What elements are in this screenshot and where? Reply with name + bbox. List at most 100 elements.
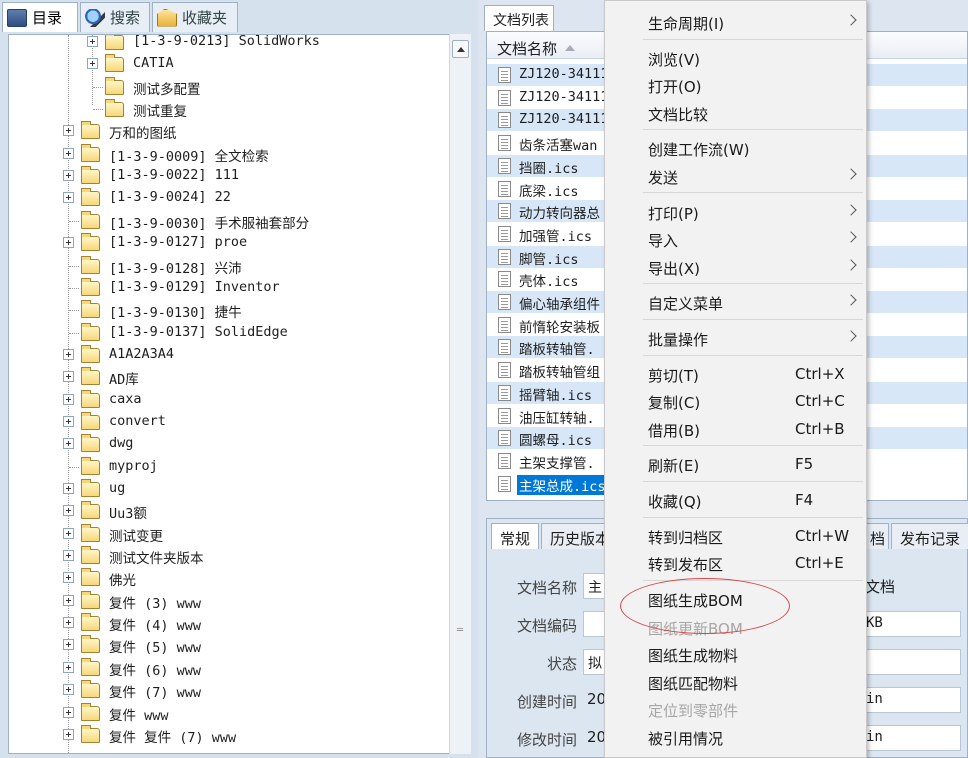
tree-node-label: 复件 (4) www xyxy=(109,618,202,635)
tree-scrollbar[interactable]: ═ xyxy=(449,34,471,754)
tree-node[interactable]: 复件 (7) www xyxy=(9,679,449,701)
scroll-grip-icon: ═ xyxy=(457,625,464,636)
scroll-up-button[interactable] xyxy=(452,40,469,58)
tree-node-label: caxa xyxy=(109,390,142,407)
expand-icon[interactable] xyxy=(63,639,74,651)
expand-icon[interactable] xyxy=(63,371,74,383)
tree-node[interactable]: [1-3-9-0030] 手术服袖套部分 xyxy=(9,210,449,232)
menu-item[interactable]: 图纸匹配物料 xyxy=(605,668,868,695)
tree-node[interactable]: myproj xyxy=(9,456,449,478)
folder-icon xyxy=(105,76,124,95)
menu-item[interactable]: 刷新(E) F5 xyxy=(605,450,868,477)
expand-icon[interactable] xyxy=(63,348,74,360)
tree-node[interactable]: [1-3-9-0128] 兴沛 xyxy=(9,255,449,277)
expand-icon[interactable] xyxy=(63,438,74,450)
document-icon xyxy=(498,112,511,129)
menu-item[interactable]: 自定义菜单 xyxy=(605,288,868,315)
expand-icon[interactable] xyxy=(63,505,74,517)
menu-item[interactable]: 被引用情况 xyxy=(605,723,868,750)
expand-icon[interactable] xyxy=(63,594,74,606)
tab-catalog[interactable]: 目录 xyxy=(2,2,78,32)
tree-node[interactable]: 测试多配置 xyxy=(9,76,449,98)
tab-release-log[interactable]: 发布记录 xyxy=(891,523,968,549)
tree-node[interactable]: 测试重复 xyxy=(9,98,449,120)
menu-item[interactable]: 文档比较 xyxy=(605,99,868,126)
tree-node[interactable]: 复件 复件 (7) www xyxy=(9,724,449,746)
tree-node[interactable]: 万和的图纸 xyxy=(9,120,449,142)
menu-item[interactable]: 发送 xyxy=(605,162,868,189)
menu-item-label: 图纸匹配物料 xyxy=(648,674,739,693)
expand-icon[interactable] xyxy=(63,170,74,182)
menu-item[interactable]: 生命周期(I) xyxy=(605,8,868,35)
tree-node[interactable]: 测试变更 xyxy=(9,523,449,545)
expand-icon[interactable] xyxy=(63,483,74,494)
expand-icon[interactable] xyxy=(63,728,74,740)
expand-icon[interactable] xyxy=(63,706,74,718)
tree-node[interactable]: 佛光 xyxy=(9,567,449,589)
document-name: 主架总成.ics xyxy=(517,474,608,495)
tree-node[interactable]: [1-3-9-0009] 全文检索 xyxy=(9,143,449,165)
tab-favorites[interactable]: 收藏夹 xyxy=(152,2,238,32)
expand-icon[interactable] xyxy=(63,527,74,539)
tree-node[interactable]: [1-3-9-0127] proe xyxy=(9,232,449,254)
expand-icon[interactable] xyxy=(63,147,74,159)
tree-node[interactable]: AD库 xyxy=(9,366,449,388)
folder-tree[interactable]: [1-3-9-0213] SolidWorks CATIA 测试多配置 测试重复 万和的… xyxy=(8,34,471,754)
tree-node[interactable]: 复件 (6) www xyxy=(9,657,449,679)
tab-general[interactable]: 常规 xyxy=(491,523,540,549)
tree-node[interactable]: A1A2A3A4 xyxy=(9,344,449,366)
menu-item[interactable]: 批量操作 xyxy=(605,324,868,351)
tree-node[interactable]: [1-3-9-0024] 22 xyxy=(9,187,449,209)
tree-node[interactable]: [1-3-9-0137] SolidEdge xyxy=(9,322,449,344)
expand-icon[interactable] xyxy=(63,617,74,629)
expand-icon[interactable] xyxy=(63,192,74,204)
tree-node[interactable]: 复件 www xyxy=(9,702,449,724)
tree-node[interactable]: dwg xyxy=(9,433,449,455)
document-name: 前惰轮安装板 xyxy=(519,319,600,336)
tree-node[interactable]: Uu3额 xyxy=(9,500,449,522)
tree-node[interactable]: ug xyxy=(9,478,449,500)
field-label-created: 创建时间 xyxy=(516,693,577,711)
tab-document-list[interactable]: 文档列表 xyxy=(484,5,554,31)
expand-icon[interactable] xyxy=(63,415,74,427)
menu-item[interactable]: 打开(O) xyxy=(605,71,868,98)
menu-item[interactable]: 剪切(T) Ctrl+X xyxy=(605,360,868,387)
menu-item[interactable]: 打印(P) xyxy=(605,198,868,225)
tree-node[interactable]: 复件 (4) www xyxy=(9,612,449,634)
tree-node[interactable]: convert xyxy=(9,411,449,433)
detail-tabs: 常规 历史版本 xyxy=(491,523,621,549)
folder-icon xyxy=(81,456,100,475)
menu-item[interactable]: 复制(C) Ctrl+C xyxy=(605,387,868,414)
menu-item[interactable]: 收藏(Q) F4 xyxy=(605,486,868,513)
tree-node[interactable]: 复件 (5) www xyxy=(9,634,449,656)
expand-icon[interactable] xyxy=(63,237,74,249)
chevron-right-icon xyxy=(845,203,857,216)
expand-icon[interactable] xyxy=(63,684,74,696)
tab-search[interactable]: 搜索 xyxy=(80,2,150,32)
expand-icon[interactable] xyxy=(63,125,74,137)
tree-node[interactable]: caxa xyxy=(9,389,449,411)
menu-item[interactable]: 创建工作流(W) xyxy=(605,134,868,161)
menu-item[interactable]: 图纸生成物料 xyxy=(605,640,868,667)
expand-icon[interactable] xyxy=(63,550,74,562)
tree-node[interactable]: 测试文件夹版本 xyxy=(9,545,449,567)
expand-icon[interactable] xyxy=(63,393,74,405)
menu-item[interactable]: 浏览(V) xyxy=(605,44,868,71)
tree-node[interactable]: 复件 (3) www xyxy=(9,590,449,612)
tree-node[interactable]: [1-3-9-0213] SolidWorks xyxy=(9,35,449,53)
menu-item[interactable]: 导出(X) xyxy=(605,253,868,280)
menu-item[interactable]: 借用(B) Ctrl+B xyxy=(605,415,868,442)
tree-node[interactable]: [1-3-9-0130] 捷牛 xyxy=(9,299,449,321)
menu-item[interactable]: 转到发布区 Ctrl+E xyxy=(605,549,868,576)
menu-item-label: 创建工作流(W) xyxy=(648,141,750,160)
menu-item[interactable]: 导入 xyxy=(605,225,868,252)
tree-node[interactable]: [1-3-9-0129] Inventor xyxy=(9,277,449,299)
expand-icon[interactable] xyxy=(87,58,98,70)
expand-icon[interactable] xyxy=(87,36,98,47)
expand-icon[interactable] xyxy=(63,661,74,673)
tree-node[interactable]: CATIA xyxy=(9,53,449,75)
menu-item[interactable]: 转到归档区 Ctrl+W xyxy=(605,522,868,549)
tree-node[interactable]: [1-3-9-0022] 111 xyxy=(9,165,449,187)
expand-icon[interactable] xyxy=(63,572,74,584)
tab-partial[interactable]: 档 xyxy=(865,523,890,549)
